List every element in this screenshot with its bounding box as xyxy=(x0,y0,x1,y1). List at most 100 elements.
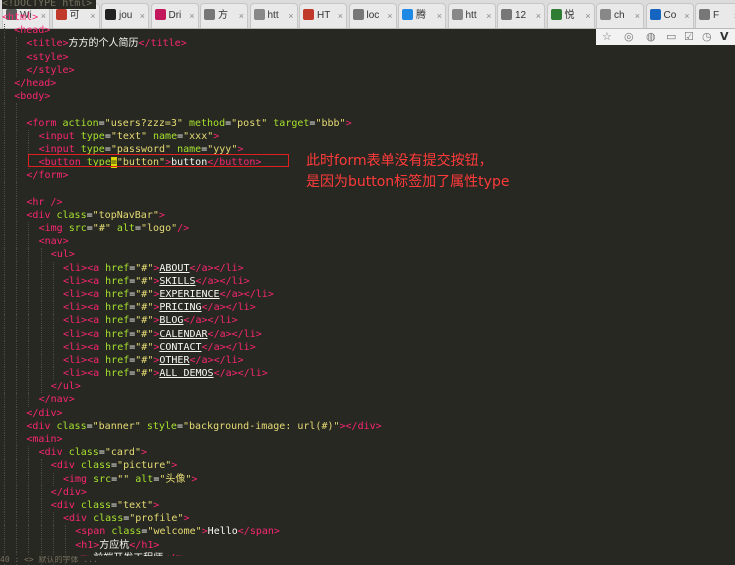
close-icon[interactable]: × xyxy=(635,4,640,28)
code-token: "" xyxy=(117,473,130,485)
browser-tab[interactable]: htt × xyxy=(447,3,496,28)
vimeo-icon[interactable]: V xyxy=(720,30,729,43)
indent-guide xyxy=(4,261,5,275)
indent-guide xyxy=(52,525,54,539)
code-token: ALL DEMOS xyxy=(159,368,214,380)
browser-tab[interactable]: 12 × xyxy=(497,3,545,28)
indent-guide xyxy=(4,459,5,473)
code-token: BLOG xyxy=(159,315,184,327)
clock-icon[interactable]: ◷ xyxy=(702,30,712,43)
indent-guide xyxy=(16,459,18,473)
indent-guide xyxy=(4,340,5,354)
indent-guide xyxy=(28,498,30,513)
extension-icon[interactable]: ◎ xyxy=(624,30,634,43)
star-icon[interactable]: ☆ xyxy=(602,30,612,43)
check-icon[interactable]: ☑ xyxy=(684,30,694,43)
code-token: "welcome" xyxy=(147,526,202,538)
browser-tab[interactable]: 腾 × xyxy=(398,3,446,28)
code-token: ABOUT xyxy=(159,262,190,274)
browser-toolbar-icons: ☆ ◎ ◍ ▭ ☑ ◷ V xyxy=(596,29,735,45)
code-token: <div xyxy=(63,513,94,525)
indent-guide xyxy=(4,380,5,394)
close-icon[interactable]: × xyxy=(140,4,145,28)
code-token: </form> xyxy=(26,170,69,182)
indent-guide xyxy=(4,76,5,91)
code-token: </nav> xyxy=(38,394,75,406)
indent-guide xyxy=(28,525,30,539)
indent-guide xyxy=(52,301,54,315)
code-token: </div> xyxy=(50,486,87,498)
indent-guide xyxy=(28,459,30,473)
browser-tab[interactable]: Co × xyxy=(645,3,694,28)
indent-guide xyxy=(4,393,5,407)
close-icon[interactable]: × xyxy=(684,4,689,28)
close-icon[interactable]: × xyxy=(437,4,442,28)
indent-guide xyxy=(28,446,30,460)
close-icon[interactable]: × xyxy=(387,4,392,28)
indent-guide xyxy=(40,498,42,513)
indent-guide xyxy=(52,353,54,368)
indent-guide xyxy=(52,340,54,354)
close-icon[interactable]: × xyxy=(189,4,194,28)
code-token: 方应杭 xyxy=(99,539,130,551)
code-token: <div xyxy=(26,209,57,221)
shield-icon[interactable]: ◍ xyxy=(646,30,656,43)
code-token: <li><a xyxy=(63,341,106,353)
browser-tab[interactable]: F× xyxy=(695,3,735,28)
browser-tab[interactable]: HT × xyxy=(299,3,347,28)
indent-guide xyxy=(4,538,5,552)
code-token: "#" xyxy=(92,223,111,234)
indent-guide xyxy=(16,446,18,460)
close-icon[interactable]: × xyxy=(486,4,491,28)
indent-guide xyxy=(40,353,42,368)
close-icon[interactable]: × xyxy=(585,4,590,28)
code-token: <title> xyxy=(26,38,69,50)
indent-guide xyxy=(16,472,18,486)
indent-guide xyxy=(4,50,5,64)
code-token: Hello xyxy=(207,526,238,538)
browser-tab[interactable]: jou × xyxy=(101,3,149,28)
globe-icon xyxy=(600,9,611,20)
indent-guide xyxy=(52,287,54,302)
close-icon[interactable]: × xyxy=(288,4,293,28)
indent-guide xyxy=(52,472,54,486)
close-icon[interactable]: × xyxy=(338,4,343,28)
code-token: "#" xyxy=(135,262,154,274)
doctype-line: <!DOCTYPE html> xyxy=(2,0,97,9)
browser-tab[interactable]: ch × xyxy=(596,3,644,28)
indent-guide xyxy=(40,512,42,526)
code-token: > xyxy=(191,473,198,485)
globe-icon xyxy=(253,9,265,20)
browser-tab[interactable]: loc × xyxy=(348,3,397,28)
indent-guide xyxy=(4,406,5,420)
indent-guide xyxy=(28,261,30,275)
indent-guide xyxy=(28,340,30,354)
annotation-highlight-box xyxy=(28,154,289,167)
code-token: "text" xyxy=(110,130,147,142)
mail-icon[interactable]: ▭ xyxy=(666,30,676,43)
code-token: > xyxy=(158,209,165,221)
code-token: class xyxy=(93,513,124,525)
indent-guide xyxy=(16,301,18,315)
code-token: <ul> xyxy=(50,249,75,261)
indent-guide xyxy=(4,142,5,157)
tab-label: loc xyxy=(366,10,380,21)
code-token: href xyxy=(105,368,130,380)
code-token: href xyxy=(105,341,130,353)
code-token: <li><a xyxy=(63,302,106,314)
indent-guide xyxy=(16,208,18,222)
code-token: <li><a xyxy=(63,328,106,340)
browser-tab[interactable]: 悦 × xyxy=(546,3,595,28)
browser-tab[interactable]: htt × xyxy=(249,3,298,28)
close-icon[interactable]: × xyxy=(239,4,244,28)
browser-tab[interactable]: 方 × xyxy=(200,3,248,28)
indent-guide xyxy=(52,327,54,341)
indent-guide xyxy=(52,512,54,526)
indent-guide xyxy=(52,367,54,381)
indent-guide xyxy=(4,512,5,526)
info-icon xyxy=(649,9,661,20)
code-token: </h1> xyxy=(129,539,160,551)
browser-tab[interactable]: Dri × xyxy=(150,3,199,28)
close-icon[interactable]: × xyxy=(536,4,541,28)
indent-guide xyxy=(16,340,18,354)
